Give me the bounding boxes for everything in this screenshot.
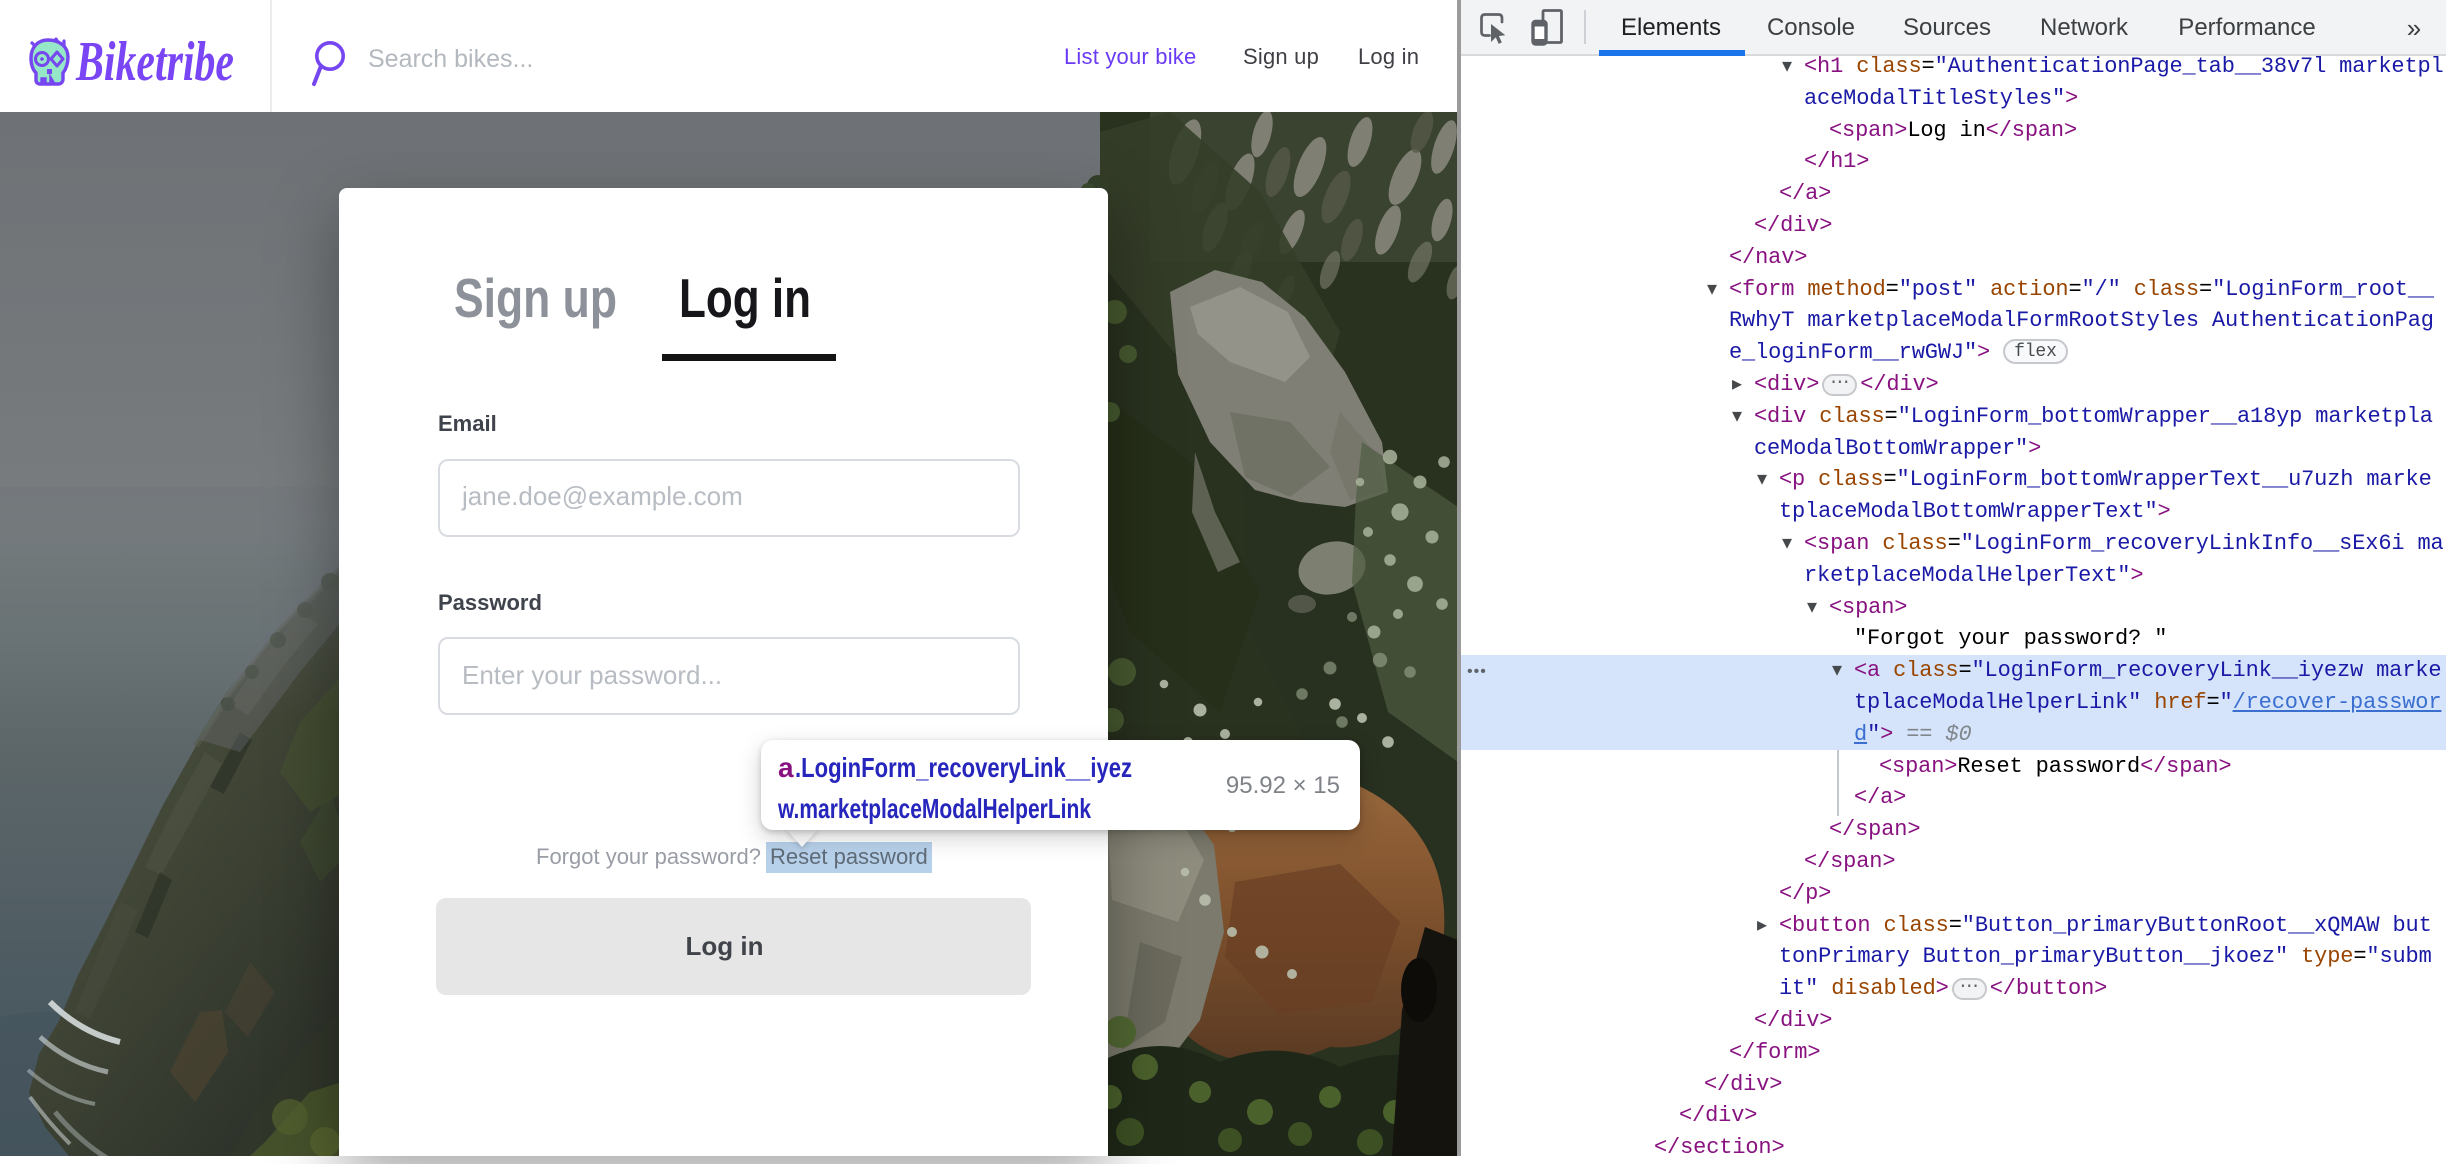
svg-text:.LoginForm_recoveryLink__iyez: .LoginForm_recoveryLink__iyez [795, 752, 1132, 783]
svg-text:Sign up: Sign up [454, 267, 617, 329]
svg-text:Biketribe: Biketribe [75, 31, 234, 90]
svg-text:w.marketplaceModalHelperLink: w.marketplaceModalHelperLink [778, 793, 1091, 824]
svg-text:a: a [778, 752, 794, 783]
svg-text:Log in: Log in [679, 267, 811, 329]
